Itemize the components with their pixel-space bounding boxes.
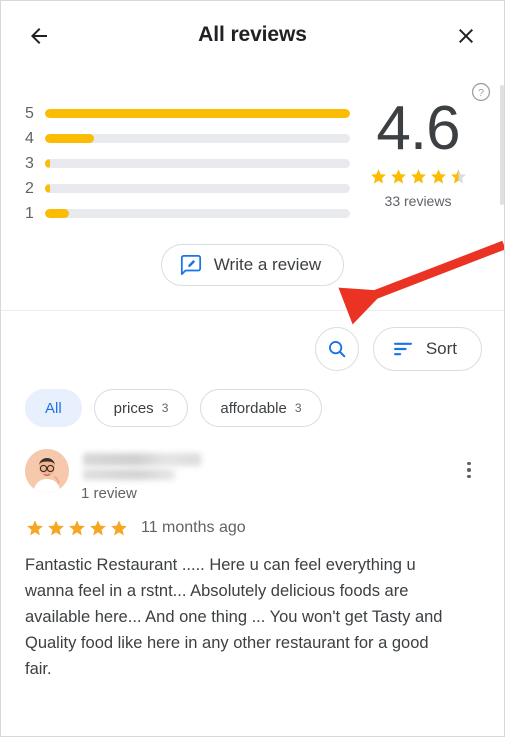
histogram-label: 3 [25, 154, 34, 172]
chip-prices[interactable]: prices 3 [93, 389, 189, 427]
star-icon [370, 169, 386, 184]
overall-star-rating [350, 167, 486, 186]
avatar[interactable] [25, 449, 69, 493]
histogram-label: 1 [25, 204, 34, 222]
panel-header: All reviews [1, 1, 504, 69]
review-tools: Sort [1, 311, 504, 371]
star-icon [390, 169, 406, 184]
rating-histogram: 5 4 3 2 1 [19, 97, 350, 226]
star-icon [430, 169, 446, 184]
all-reviews-panel: All reviews ? 5 4 3 2 1 4.6 33 reviews W… [0, 0, 505, 737]
arrow-left-icon [31, 28, 47, 44]
histogram-fill [45, 109, 350, 118]
close-icon [459, 29, 473, 43]
histogram-label: 5 [25, 104, 34, 122]
star-icon [27, 520, 43, 536]
review-body-text: Fantastic Restaurant ..... Here u can fe… [25, 556, 443, 678]
more-vertical-icon-dot [467, 461, 471, 466]
sort-button[interactable]: Sort [372, 327, 482, 371]
avatar-illustration-icon [25, 449, 69, 493]
chip-count: 3 [294, 401, 302, 415]
chip-label: prices [113, 399, 154, 417]
review-header: 1 review [25, 449, 482, 502]
histogram-row[interactable]: 4 [19, 126, 350, 151]
write-review-section: Write a review [1, 230, 504, 310]
review-timestamp: 11 months ago [141, 519, 246, 536]
review-item: 1 review 11 months ago Fantastic Restaur… [1, 427, 504, 682]
review-options-button[interactable] [458, 459, 480, 481]
reviewer-review-count: 1 review [81, 485, 137, 502]
close-button[interactable] [448, 18, 484, 54]
search-reviews-button[interactable] [314, 327, 359, 371]
search-icon [328, 341, 346, 358]
histogram-track [45, 109, 350, 118]
sort-label: Sort [425, 339, 457, 358]
histogram-track [45, 134, 350, 143]
reviewer-name-redacted-line2 [83, 469, 175, 480]
histogram-track [45, 209, 350, 218]
histogram-fill [45, 209, 70, 218]
chip-label: affordable [220, 399, 287, 417]
histogram-row[interactable]: 1 [19, 201, 350, 226]
more-vertical-icon-dot [467, 468, 471, 472]
half-star-icon [450, 169, 466, 184]
review-rating-row: 11 months ago [25, 518, 482, 538]
sort-lines-icon [393, 342, 412, 356]
star-icon [410, 169, 426, 184]
reviewer-name-redacted [83, 453, 201, 466]
histogram-row[interactable]: 2 [19, 176, 350, 201]
histogram-row[interactable]: 3 [19, 151, 350, 176]
reviewer-info: 1 review [81, 449, 482, 502]
rate-review-icon [180, 254, 201, 276]
overall-score-block: 4.6 33 reviews [350, 97, 486, 226]
histogram-label: 4 [25, 129, 34, 147]
rating-summary: 5 4 3 2 1 4.6 33 reviews [1, 69, 504, 230]
review-count-total: 33 reviews [384, 193, 452, 209]
review-star-rating [25, 518, 129, 538]
star-icon [48, 520, 64, 536]
chip-count: 3 [161, 401, 169, 415]
histogram-row[interactable]: 5 [19, 101, 350, 126]
chip-affordable[interactable]: affordable 3 [200, 389, 322, 427]
back-button[interactable] [21, 18, 57, 54]
histogram-track [45, 184, 350, 193]
chip-label: All [45, 399, 62, 417]
star-icon [90, 520, 106, 536]
histogram-fill [45, 134, 94, 143]
histogram-fill [45, 184, 50, 193]
star-icon [69, 520, 85, 536]
overall-score: 4.6 [376, 94, 460, 163]
chip-all[interactable]: All [25, 389, 82, 427]
histogram-label: 2 [25, 179, 34, 197]
write-review-label: Write a review [213, 255, 322, 274]
write-review-button[interactable]: Write a review [160, 244, 345, 286]
page-title: All reviews [198, 23, 307, 46]
histogram-fill [45, 159, 50, 168]
more-vertical-icon-dot [467, 474, 471, 479]
star-icon [111, 520, 127, 536]
filter-chips: All prices 3 affordable 3 [1, 371, 504, 427]
histogram-track [45, 159, 350, 168]
